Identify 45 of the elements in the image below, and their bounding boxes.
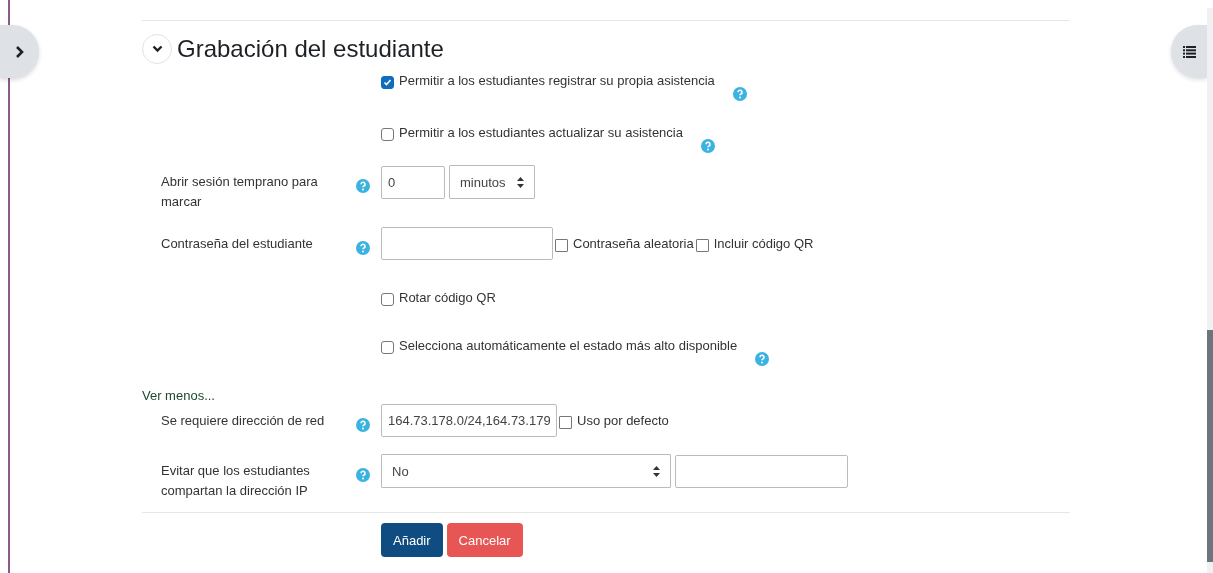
checkbox[interactable] bbox=[381, 341, 394, 354]
help-icon[interactable] bbox=[700, 139, 715, 153]
checkbox-label: Contraseña aleatoria bbox=[573, 235, 694, 251]
checkbox[interactable] bbox=[381, 128, 394, 141]
chevron-down-icon bbox=[151, 45, 163, 53]
help-icon[interactable] bbox=[755, 352, 770, 366]
checkbox[interactable] bbox=[381, 293, 394, 306]
list-icon bbox=[1182, 45, 1196, 58]
drawer-toggle[interactable] bbox=[1171, 25, 1207, 78]
checkbox[interactable] bbox=[381, 76, 394, 89]
text-field[interactable]: 164.73.178.0/24,164.73.179 bbox=[381, 404, 557, 437]
help-icon[interactable] bbox=[356, 241, 370, 255]
help-icon[interactable] bbox=[356, 418, 370, 432]
show-less-link[interactable]: Ver menos... bbox=[142, 378, 1070, 404]
help-icon[interactable] bbox=[356, 468, 370, 482]
checkbox-label: Selecciona automáticamente el estado más alto disponible bbox=[399, 338, 738, 353]
check-icon bbox=[383, 78, 392, 87]
help-icon[interactable] bbox=[356, 179, 370, 193]
checkbox[interactable] bbox=[695, 238, 709, 252]
sort-icon bbox=[653, 465, 660, 477]
text-field[interactable]: 0 bbox=[381, 165, 445, 199]
section-title: Grabación del estudiante bbox=[177, 35, 444, 63]
checkbox[interactable] bbox=[559, 415, 572, 429]
checkbox-label: Uso por defecto bbox=[577, 412, 669, 428]
scrollbar[interactable] bbox=[1207, 8, 1213, 573]
chevron-right-icon bbox=[14, 44, 25, 59]
field-label: Contraseña del estudiante bbox=[161, 235, 314, 253]
checkbox[interactable] bbox=[555, 238, 568, 252]
collapse-button[interactable] bbox=[142, 34, 172, 64]
help-icon[interactable] bbox=[732, 87, 747, 101]
text-field[interactable] bbox=[381, 227, 553, 260]
field-label: Evitar que los estudiantes compartan la dirección IP bbox=[161, 462, 311, 500]
checkbox-label: Permitir a los estudiantes registrar su propia asistencia bbox=[399, 73, 715, 88]
text-field[interactable] bbox=[675, 454, 848, 488]
checkbox-label: Rotar código QR bbox=[399, 290, 496, 305]
select-field[interactable]: No bbox=[381, 454, 671, 488]
submit-button[interactable]: Añadir bbox=[381, 523, 443, 557]
field-label: Se requiere dirección de red bbox=[161, 412, 326, 430]
select-field[interactable]: minutos bbox=[449, 165, 535, 199]
checkbox-label: Permitir a los estudiantes actualizar su asistencia bbox=[399, 125, 683, 140]
cancel-button[interactable]: Cancelar bbox=[446, 523, 523, 557]
sort-icon bbox=[517, 176, 524, 188]
sidebar-toggle[interactable] bbox=[0, 25, 39, 78]
field-label: Abrir sesión temprano para marcar bbox=[161, 173, 319, 211]
checkbox-label: Incluir código QR bbox=[713, 235, 814, 251]
